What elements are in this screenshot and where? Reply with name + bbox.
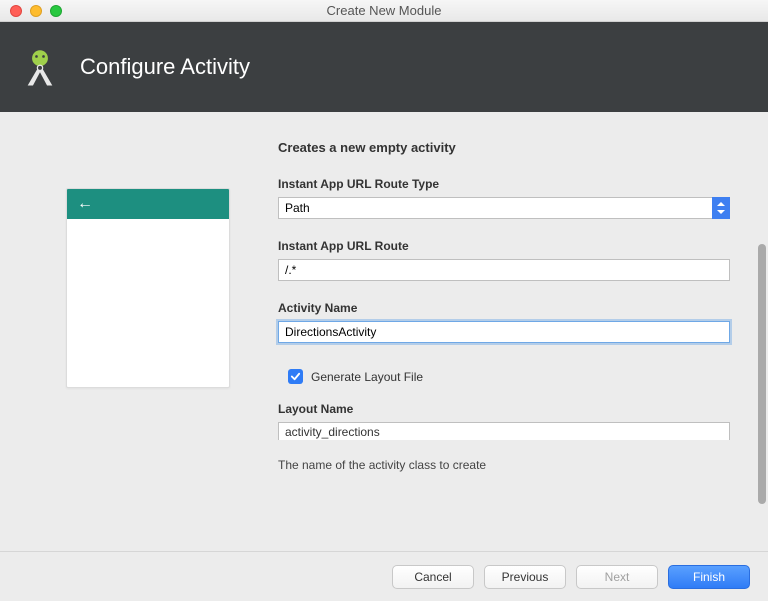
dialog-window: Create New Module Configure Activity ← C…	[0, 0, 768, 601]
scrollbar-thumb[interactable]	[758, 244, 766, 504]
form-column: Creates a new empty activity Instant App…	[278, 132, 750, 551]
minimize-icon[interactable]	[30, 5, 42, 17]
zoom-icon[interactable]	[50, 5, 62, 17]
button-bar: Cancel Previous Next Finish	[0, 551, 768, 601]
activity-name-field: Activity Name	[278, 301, 730, 343]
layout-name-field: Layout Name activity_directions	[278, 402, 730, 440]
titlebar: Create New Module	[0, 0, 768, 22]
form-hint: The name of the activity class to create	[278, 458, 730, 472]
finish-button[interactable]: Finish	[668, 565, 750, 589]
layout-name-label: Layout Name	[278, 402, 730, 416]
window-controls	[10, 5, 62, 17]
content-area: ← Creates a new empty activity Instant A…	[0, 112, 768, 551]
close-icon[interactable]	[10, 5, 22, 17]
route-type-label: Instant App URL Route Type	[278, 177, 730, 191]
activity-name-input[interactable]	[278, 321, 730, 343]
route-type-value[interactable]	[278, 197, 730, 219]
banner: Configure Activity	[0, 22, 768, 112]
next-button: Next	[576, 565, 658, 589]
activity-name-label: Activity Name	[278, 301, 730, 315]
back-arrow-icon: ←	[77, 196, 93, 212]
activity-preview: ←	[66, 188, 230, 388]
form-heading: Creates a new empty activity	[278, 140, 730, 155]
route-field: Instant App URL Route	[278, 239, 730, 281]
banner-title: Configure Activity	[80, 54, 250, 80]
route-type-field: Instant App URL Route Type	[278, 177, 730, 219]
android-studio-icon	[18, 45, 62, 89]
preview-appbar: ←	[67, 189, 229, 219]
generate-layout-label: Generate Layout File	[311, 370, 423, 384]
route-type-select[interactable]	[278, 197, 730, 219]
generate-layout-row[interactable]: Generate Layout File	[288, 369, 730, 384]
generate-layout-checkbox[interactable]	[288, 369, 303, 384]
cancel-button[interactable]: Cancel	[392, 565, 474, 589]
route-input[interactable]	[278, 259, 730, 281]
scrollbar-track[interactable]	[758, 244, 766, 551]
chevron-updown-icon[interactable]	[712, 197, 730, 219]
route-label: Instant App URL Route	[278, 239, 730, 253]
layout-name-input[interactable]: activity_directions	[278, 422, 730, 440]
preview-column: ←	[18, 132, 278, 551]
previous-button[interactable]: Previous	[484, 565, 566, 589]
window-title: Create New Module	[0, 3, 768, 18]
